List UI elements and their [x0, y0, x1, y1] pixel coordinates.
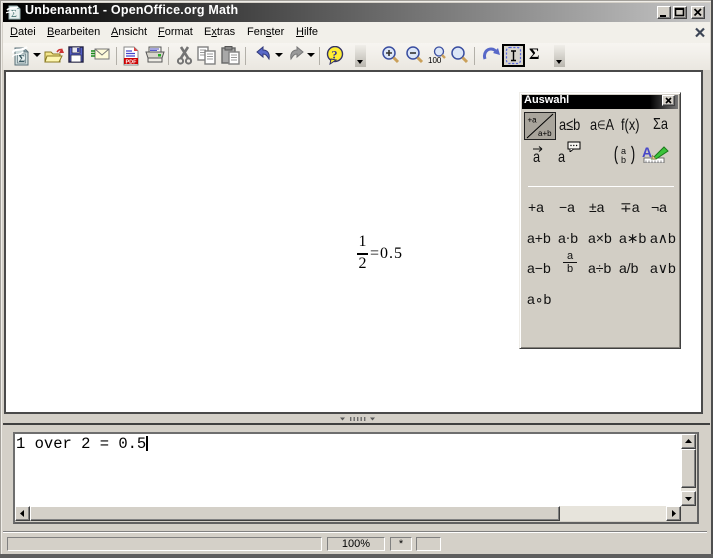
svg-text:?: ?	[332, 48, 338, 62]
svg-text:a+b: a+b	[538, 129, 552, 138]
svg-text:b: b	[621, 155, 626, 165]
svg-text:PDF: PDF	[126, 60, 138, 66]
svg-text:Σ: Σ	[11, 9, 17, 20]
svg-text:+a: +a	[528, 116, 538, 125]
svg-text:Σ: Σ	[19, 54, 26, 65]
svg-text:100: 100	[428, 56, 442, 65]
